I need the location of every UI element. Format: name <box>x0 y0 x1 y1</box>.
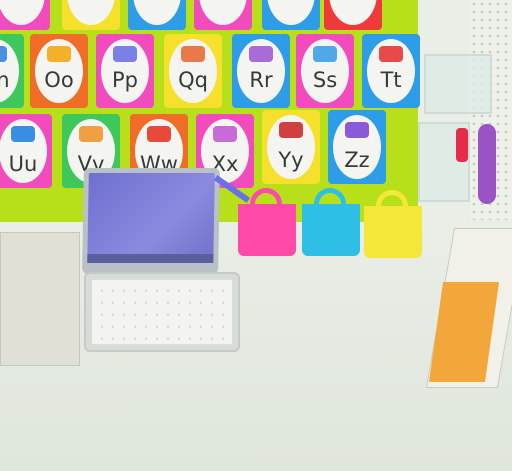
alphabet-card: Rr <box>232 34 290 108</box>
alphabet-card: Oo <box>30 34 88 108</box>
tablet <box>82 168 220 274</box>
red-stapler <box>456 128 468 162</box>
classroom-desk-photo: Hh Ii Jj Kk Ll Mm Nn Oo Pp Qq Rr Ss Tt U… <box>0 0 512 471</box>
alphabet-card: Zz <box>328 110 386 184</box>
card-letters: Oo <box>44 68 74 92</box>
card-letters: Tt <box>380 68 402 92</box>
alphabet-card: Tt <box>362 34 420 108</box>
card-letters: Pp <box>112 68 138 92</box>
alphabet-card: Ll <box>262 0 320 30</box>
tablet-dock <box>87 254 214 263</box>
gray-folder <box>0 232 80 366</box>
pink-bucket <box>238 188 296 256</box>
card-letters: Yy <box>278 148 304 172</box>
yellow-bucket <box>364 190 422 258</box>
card-letters: Ss <box>312 68 338 92</box>
blue-bucket <box>302 188 360 256</box>
clear-organizer <box>424 54 492 114</box>
card-letters: Qq <box>178 68 208 92</box>
card-letters: Uu <box>8 152 38 176</box>
card-letters: Rr <box>249 68 273 92</box>
alphabet-card: Qq <box>164 34 222 108</box>
alphabet-card: Ss <box>296 34 354 108</box>
alphabet-card: Mm <box>324 0 382 30</box>
card-letters: Nn <box>0 68 10 92</box>
alphabet-card: Ii <box>62 0 120 30</box>
alphabet-card: Uu <box>0 114 52 188</box>
keys <box>92 280 232 344</box>
purple-scissors <box>478 124 496 204</box>
alphabet-card: Pp <box>96 34 154 108</box>
keyboard <box>84 272 240 352</box>
alphabet-card: Nn <box>0 34 24 108</box>
card-letters: Zz <box>344 148 370 172</box>
alphabet-card: Kk <box>194 0 252 30</box>
alphabet-card: Yy <box>262 110 320 184</box>
alphabet-card: Hh <box>0 0 50 30</box>
alphabet-card: Jj <box>128 0 186 30</box>
tablet-screen <box>87 173 215 263</box>
